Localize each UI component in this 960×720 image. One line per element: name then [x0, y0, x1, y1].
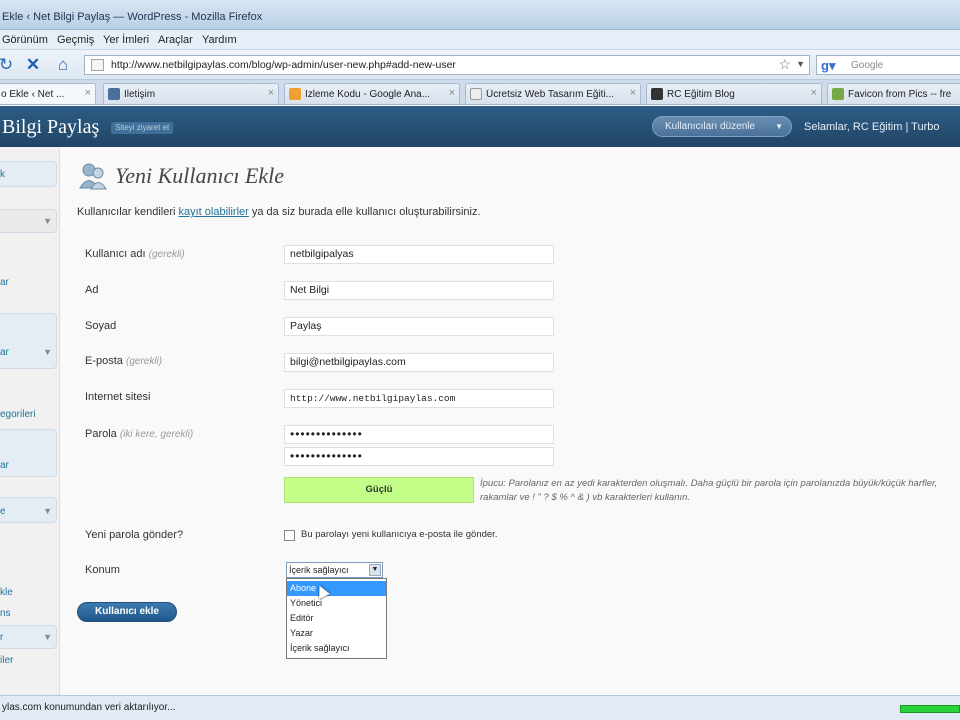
sidebar-item-dashboard[interactable]: k — [0, 161, 57, 187]
navigation-toolbar: ↻ ✕ ⌂ http://www.netbilgipaylas.com/blog… — [0, 50, 960, 80]
menu-tools[interactable]: Araçlar — [158, 34, 193, 46]
wp-admin-header: Bilgi Paylaş Siteyi ziyaret et Kullanıcı… — [0, 106, 960, 147]
sidebar-item-users[interactable]: r ▼ — [0, 625, 57, 649]
tab-favicon-icon — [470, 88, 482, 100]
tab-favicon[interactable]: Favicon from Pics -- fre — [827, 83, 960, 104]
page-title: Yeni Kullanıcı Ekle — [115, 163, 285, 188]
search-placeholder: Google — [851, 60, 884, 71]
sidebar-subitem[interactable]: ar — [0, 277, 9, 288]
close-icon[interactable]: × — [630, 87, 636, 99]
tab-contact[interactable]: İletişim × — [103, 83, 279, 104]
tab-google-analytics[interactable]: İzleme Kodu - Google Ana... × — [284, 83, 460, 104]
password-label: Parola (iki kere, gerekli) — [85, 428, 194, 440]
visit-site-button[interactable]: Siteyi ziyaret et — [111, 122, 174, 134]
password-strength-indicator: Güçlü — [284, 477, 474, 503]
email-label: E-posta (gerekli) — [85, 355, 163, 367]
password-hint: İpucu: Parolanız en az yedi karakterden … — [480, 478, 938, 503]
main-content: Yeni Kullanıcı Ekle Kullanıcılar kendile… — [60, 147, 960, 695]
page-favicon-icon — [91, 59, 104, 71]
lastname-label: Soyad — [85, 320, 117, 332]
send-password-label: Yeni parola gönder? — [85, 529, 184, 541]
menu-bar: Görünüm Geçmiş Yer İmleri Araçlar Yardım — [0, 30, 960, 50]
status-bar: ylas.com konumundan veri aktarılıyor... — [0, 695, 960, 720]
tab-bar: o Ekle ‹ Net ... × İletişim × İzleme Kod… — [0, 80, 960, 105]
close-icon[interactable]: × — [268, 87, 274, 99]
firstname-label: Ad — [85, 284, 99, 296]
chevron-down-icon[interactable]: ▼ — [796, 59, 805, 69]
chevron-down-icon: ▼ — [43, 216, 52, 226]
google-icon[interactable]: g▾ — [821, 58, 835, 74]
lastname-input[interactable]: Paylaş — [284, 317, 554, 336]
menu-bookmarks[interactable]: Yer İmleri — [103, 34, 149, 46]
send-password-checkbox[interactable] — [284, 530, 295, 541]
intro-text: Kullanıcılar kendileri kayıt olabilirler… — [77, 206, 481, 218]
firstname-input[interactable]: Net Bilgi — [284, 281, 554, 300]
username-label: Kullanıcı adı (gerekli) — [85, 248, 185, 260]
role-option-contributor[interactable]: İçerik sağlayıcı — [287, 641, 386, 656]
sidebar-subitem-plugins[interactable]: ns — [0, 608, 11, 619]
role-option-editor[interactable]: Editör — [287, 611, 386, 626]
reload-icon[interactable]: ↻ — [0, 55, 16, 75]
sidebar-subitem-add[interactable]: kle — [0, 587, 13, 598]
email-input[interactable]: bilgi@netbilgipaylas.com — [284, 353, 554, 372]
address-text: http://www.netbilgipaylas.com/blog/wp-ad… — [111, 59, 456, 71]
close-icon[interactable]: × — [811, 87, 817, 99]
password-input[interactable]: •••••••••••••• — [284, 425, 554, 444]
role-dropdown-list: Abone Yönetici Editör Yazar İçerik sağla… — [286, 578, 387, 659]
sidebar-item-links[interactable]: ar — [0, 429, 57, 477]
menu-help[interactable]: Yardım — [202, 34, 237, 46]
chevron-down-icon: ▼ — [43, 632, 52, 642]
sidebar-subitem-users[interactable]: iler — [0, 655, 13, 666]
sidebar-item-pages[interactable]: e ▼ — [0, 497, 57, 523]
role-option-author[interactable]: Yazar — [287, 626, 386, 641]
chevron-down-icon[interactable]: ▼ — [369, 564, 381, 576]
user-greeting[interactable]: Selamlar, RC Eğitim | Turbo — [804, 121, 940, 133]
tab-add-user[interactable]: o Ekle ‹ Net ... × — [0, 83, 96, 104]
tab-favicon-icon — [289, 88, 301, 100]
menu-view[interactable]: Görünüm — [2, 34, 48, 46]
site-title[interactable]: Bilgi Paylaş — [2, 116, 99, 139]
close-icon[interactable]: × — [449, 87, 455, 99]
chevron-down-icon: ▼ — [43, 347, 52, 357]
search-input[interactable]: g▾ Google — [816, 55, 960, 75]
address-bar[interactable]: http://www.netbilgipaylas.com/blog/wp-ad… — [84, 55, 810, 75]
website-label: Internet sitesi — [85, 391, 151, 403]
loading-progress-bar — [900, 705, 960, 713]
role-option-subscriber[interactable]: Abone — [287, 581, 386, 596]
tab-web-design[interactable]: Ücretsiz Web Tasarım Eğiti... × — [465, 83, 641, 104]
tab-favicon-icon — [651, 88, 663, 100]
window-title: Ekle ‹ Net Bilgi Paylaş — WordPress - Mo… — [2, 11, 263, 23]
status-text: ylas.com konumundan veri aktarılıyor... — [2, 702, 176, 713]
username-input[interactable]: netbilgipalyas — [284, 245, 554, 264]
role-label: Konum — [85, 564, 120, 576]
tab-favicon-icon — [108, 88, 120, 100]
sidebar-item-media[interactable]: ar ▼ — [0, 313, 57, 369]
sidebar-item-posts[interactable]: ▼ — [0, 209, 57, 233]
admin-sidebar: k ▼ ar ar ▼ egorileri ar e ▼ kle ns r ▼ … — [0, 147, 60, 695]
stop-icon[interactable]: ✕ — [23, 55, 43, 75]
favorite-actions-button[interactable]: Kullanıcıları düzenle ▼ — [652, 116, 792, 137]
tab-favicon-icon — [832, 88, 844, 100]
sidebar-subitem-categories[interactable]: egorileri — [0, 409, 36, 420]
close-icon[interactable]: × — [85, 87, 91, 99]
role-select[interactable]: İçerik sağlayıcı ▼ — [286, 562, 383, 578]
send-password-checkbox-label[interactable]: Bu parolayı yeni kullanıcıya e-posta ile… — [301, 529, 497, 540]
website-input[interactable]: http://www.netbilgipaylas.com — [284, 389, 554, 408]
tab-rc-blog[interactable]: RC Eğitim Blog × — [646, 83, 822, 104]
password-confirm-input[interactable]: •••••••••••••• — [284, 447, 554, 466]
window-title-bar: Ekle ‹ Net Bilgi Paylaş — WordPress - Mo… — [0, 0, 960, 30]
users-icon — [79, 163, 107, 190]
menu-history[interactable]: Geçmiş — [57, 34, 94, 46]
bookmark-star-icon[interactable]: ☆ — [778, 56, 791, 73]
home-icon[interactable]: ⌂ — [53, 55, 73, 75]
add-user-button[interactable]: Kullanıcı ekle — [77, 602, 177, 622]
chevron-down-icon: ▼ — [775, 122, 783, 131]
chevron-down-icon: ▼ — [43, 506, 52, 516]
register-link[interactable]: kayıt olabilirler — [179, 206, 249, 218]
role-option-administrator[interactable]: Yönetici — [287, 596, 386, 611]
